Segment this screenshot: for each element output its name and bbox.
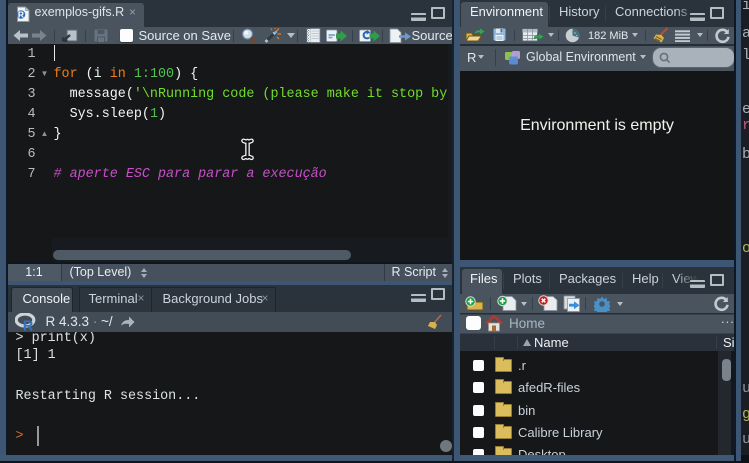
svg-text:R: R	[22, 319, 33, 332]
svg-text:R: R	[17, 10, 23, 20]
